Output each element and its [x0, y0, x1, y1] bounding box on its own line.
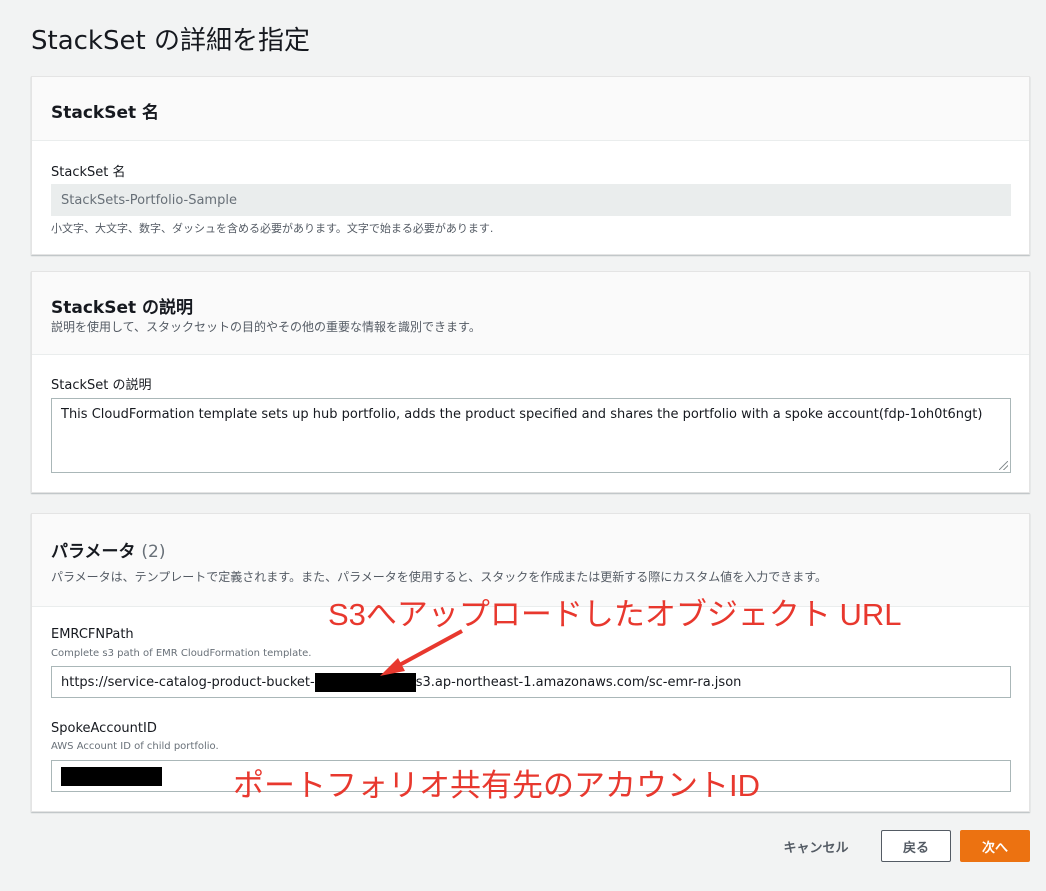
redaction-block	[61, 766, 162, 786]
panel-header: StackSet 名	[32, 77, 1029, 141]
panel-description: 説明を使用して、スタックセットの目的やその他の重要な情報を識別できます。	[51, 320, 481, 334]
resize-grip-icon[interactable]	[999, 461, 1008, 470]
stackset-name-input: StackSets-Portfolio-Sample	[51, 184, 1011, 216]
param-help-emrcfnpath: Complete s3 path of EMR CloudFormation t…	[51, 648, 312, 659]
panel-title: StackSet 名	[51, 103, 160, 123]
annotation-account-id: ポートフォリオ共有先のアカウントID	[233, 768, 760, 803]
stackset-description-panel: StackSet の説明 説明を使用して、スタックセットの目的やその他の重要な情…	[31, 271, 1030, 493]
parameters-title: パラメータ	[51, 542, 136, 562]
back-button[interactable]: 戻る	[881, 830, 951, 862]
annotation-arrow-icon	[380, 629, 463, 676]
stackset-name-constraint: 小文字、大文字、数字、ダッシュを含める必要があります。文字で始まる必要があります…	[51, 222, 494, 235]
stackset-description-value: This CloudFormation template sets up hub…	[61, 407, 983, 422]
page-title: StackSet の詳細を指定	[31, 26, 310, 56]
stackset-name-label: StackSet 名	[51, 165, 126, 180]
param-help-spokeaccountid: AWS Account ID of child portfolio.	[51, 741, 219, 752]
stackset-description-label: StackSet の説明	[51, 378, 152, 393]
next-button[interactable]: 次へ	[960, 830, 1030, 862]
stackset-name-value: StackSets-Portfolio-Sample	[61, 192, 237, 208]
panel-header: StackSet の説明 説明を使用して、スタックセットの目的やその他の重要な情…	[32, 272, 1029, 355]
panel-title: パラメータ (2)	[51, 537, 166, 562]
param-label-emrcfnpath: EMRCFNPath	[51, 627, 134, 642]
cancel-button[interactable]: キャンセル	[770, 830, 862, 862]
stackset-description-textarea[interactable]: This CloudFormation template sets up hub…	[51, 398, 1011, 473]
param-label-spokeaccountid: SpokeAccountID	[51, 721, 157, 736]
parameters-count: (2)	[141, 542, 166, 562]
panel-description: パラメータは、テンプレートで定義されます。また、パラメータを使用すると、スタック…	[51, 570, 828, 584]
emrcfnpath-input[interactable]: https://service-catalog-product-bucket-s…	[51, 666, 1011, 698]
emrcfnpath-value-prefix: https://service-catalog-product-bucket-	[61, 674, 315, 690]
panel-title: StackSet の説明	[51, 298, 194, 318]
stackset-name-panel: StackSet 名 StackSet 名 StackSets-Portfoli…	[31, 76, 1030, 255]
